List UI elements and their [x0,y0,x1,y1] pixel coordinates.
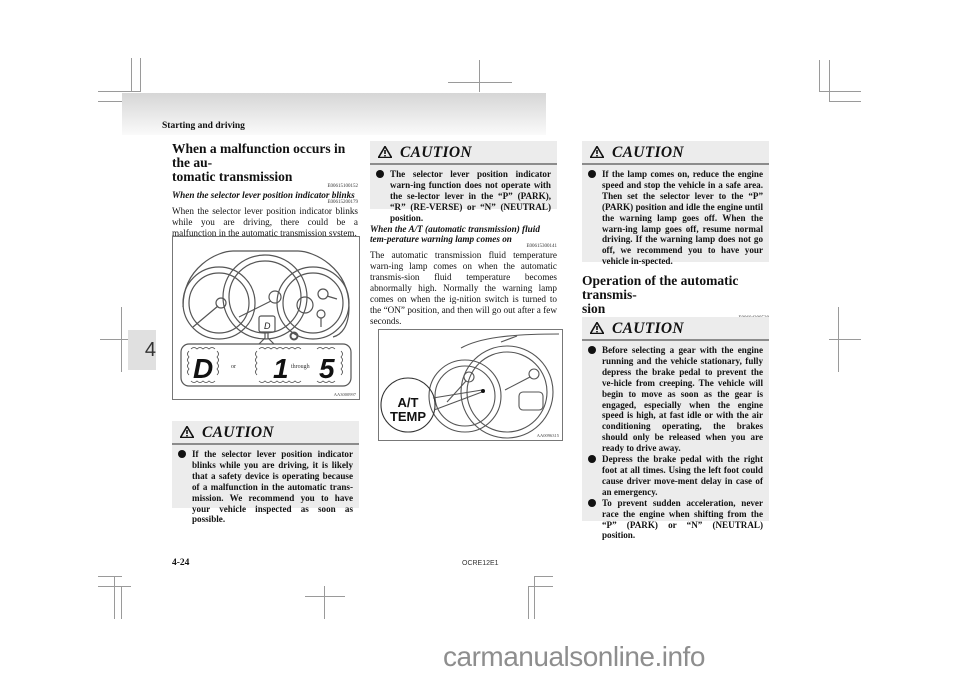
warning-triangle-icon [590,146,604,158]
section-heading: Operation of the automatic transmis- sio… [582,273,739,316]
display-digit-d: D [193,353,213,384]
subheading: When the selector lever position indicat… [172,190,355,200]
figure-at-temp-lamp: A/T TEMP AA0096315 [378,329,563,441]
caution-title: CAUTION [202,424,274,441]
display-digit-5: 5 [319,353,335,384]
caution-header: CAUTION [370,141,557,165]
subheading: When the A/T (automatic transmission) fl… [370,224,540,244]
figure-code: AA0096315 [536,433,559,438]
caution-item: The selector lever position indicator wa… [376,169,551,224]
caution-header: CAUTION [582,141,769,165]
section-title: Starting and driving [162,121,245,131]
display-digit-1: 1 [273,353,289,384]
warning-triangle-icon [378,146,392,158]
caution-box-operation: CAUTION Before selecting a gear with the… [582,317,769,540]
at-temp-label-line1: A/T [398,395,419,410]
caution-item: Before selecting a gear with the engine … [588,345,763,454]
bullet-icon [588,498,596,507]
figure-code: AA3000997 [333,392,356,397]
document-code: OCRE12E1 [462,560,499,567]
warning-triangle-icon [180,426,194,438]
bullet-icon [588,170,596,178]
right-column-heading: Operation of the automatic transmis- sio… [582,274,769,322]
connector-or: or [231,364,236,370]
caution-title: CAUTION [612,144,684,161]
caution-item: If the lamp comes on, reduce the engine … [588,169,763,267]
at-temp-label-line2: TEMP [390,409,426,424]
caution-title: CAUTION [612,320,684,337]
body-text: The automatic transmission fluid tempera… [370,250,557,326]
left-column: When a malfunction occurs in the au- tom… [172,142,358,239]
instrument-cluster-illustration: D D or 1 through 5 [180,250,352,387]
caution-header: CAUTION [172,421,359,445]
figure-selector-indicator: D D or 1 through 5 AA3000997 [172,236,360,400]
page-number: 4-24 [172,558,190,568]
caution-header: CAUTION [582,317,769,341]
warning-triangle-icon [590,322,604,334]
caution-box-indicator-warning: CAUTION The selector lever position indi… [370,141,557,223]
section-heading: When a malfunction occurs in the au- tom… [172,141,346,184]
connector-through: through [291,364,310,370]
caution-title: CAUTION [400,144,472,161]
body-text: When the selector lever position indicat… [172,206,358,238]
caution-item: Depress the brake pedal with the right f… [588,454,763,498]
caution-box-lamp-on: CAUTION If the lamp comes on, reduce the… [582,141,769,266]
indicator-digit: D [264,321,271,331]
bullet-icon [588,455,596,464]
bullet-icon [588,346,596,354]
caution-item: If the selector lever position indicator… [178,449,353,525]
chapter-tab: 4 [128,330,156,370]
at-temp-cluster-illustration: A/T TEMP [380,333,560,439]
middle-column-text: When the A/T (automatic transmission) fl… [370,224,557,327]
bullet-icon [178,450,186,458]
caution-box-selector-blinks: CAUTION If the selector lever position i… [172,421,359,524]
bullet-icon [376,170,384,178]
caution-item: To prevent sudden acceleration, never ra… [588,498,763,542]
watermark: carmanualsonline.info [443,641,705,672]
